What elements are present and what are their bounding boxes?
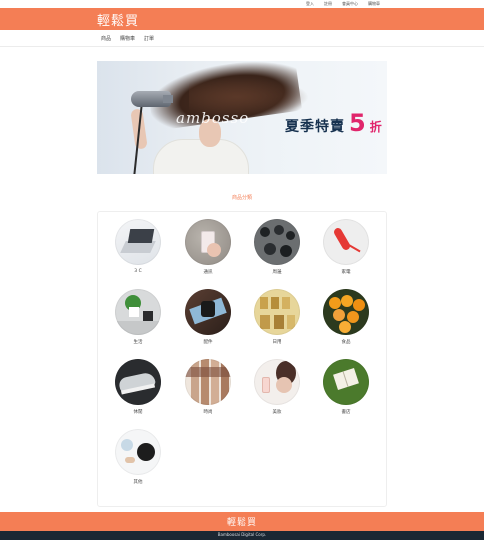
main-nav: 商品 購物車 訂單 (0, 30, 484, 47)
sneakers-photo-icon (115, 359, 161, 405)
category-daily[interactable]: 日用 (247, 289, 307, 345)
misc-objects-photo-icon (115, 429, 161, 475)
copyright-bar: Bamboosai Digital Corp. (0, 531, 484, 540)
promo-text: 夏季特賣 (285, 119, 345, 135)
brand-header: 輕鬆買 (0, 8, 484, 30)
category-living[interactable]: 生活 (108, 289, 168, 345)
category-label: 生活 (133, 340, 143, 345)
fashion-legs-photo-icon (185, 359, 231, 405)
footer-logo[interactable]: 輕鬆買 (0, 515, 484, 528)
login-link[interactable]: 登入 (306, 1, 314, 7)
camera-gear-photo-icon (254, 219, 300, 265)
category-others[interactable]: 其他 (108, 429, 168, 485)
perfume-photo-icon (254, 359, 300, 405)
book-grass-photo-icon (323, 359, 369, 405)
category-accessories[interactable]: 配件 (178, 289, 238, 345)
oranges-photo-icon (323, 289, 369, 335)
category-grid: 3 C 通訊 周邊 家電 生活 配件 日用 食品 休閒 時尚 美妝 書店 其他 (97, 211, 387, 507)
category-label: 3 C (134, 269, 142, 274)
category-3c[interactable]: 3 C (108, 219, 168, 274)
red-telephone-photo-icon (323, 219, 369, 265)
category-label: 其他 (133, 480, 143, 485)
category-label: 書店 (341, 410, 351, 415)
category-books[interactable]: 書店 (316, 359, 376, 415)
banner-robe-graphic (153, 139, 249, 174)
category-telecom[interactable]: 通訊 (178, 219, 238, 275)
category-label: 配件 (203, 340, 213, 345)
category-label: 休閒 (133, 410, 143, 415)
cart-link[interactable]: 購物車 (368, 1, 380, 7)
promo-banner[interactable]: ambosso 夏季特賣 5 折 (97, 61, 387, 174)
site-logo[interactable]: 輕鬆買 (97, 10, 139, 29)
category-label: 日用 (272, 340, 282, 345)
category-label: 通訊 (203, 270, 213, 275)
category-fashion[interactable]: 時尚 (178, 359, 238, 415)
category-food[interactable]: 食品 (316, 289, 376, 345)
nav-item-products[interactable]: 商品 (101, 35, 111, 42)
category-leisure[interactable]: 休閒 (108, 359, 168, 415)
category-beauty[interactable]: 美妝 (247, 359, 307, 415)
category-label: 食品 (341, 340, 351, 345)
phone-in-hand-photo-icon (185, 219, 231, 265)
category-label: 時尚 (203, 410, 213, 415)
category-peripherals[interactable]: 周邊 (247, 219, 307, 275)
promo-number: 5 (349, 109, 366, 137)
nav-item-orders[interactable]: 訂單 (144, 35, 154, 42)
footer-brand-bar: 輕鬆買 (0, 512, 484, 531)
jars-shelf-photo-icon (254, 289, 300, 335)
category-label: 美妝 (272, 410, 282, 415)
register-link[interactable]: 註冊 (324, 1, 332, 7)
nav-item-cart[interactable]: 購物車 (120, 35, 135, 42)
wristwatch-photo-icon (185, 289, 231, 335)
hair-dryer-nozzle (163, 95, 173, 103)
category-label: 家電 (341, 270, 351, 275)
copyright-text: Bamboosai Digital Corp. (217, 532, 267, 537)
plant-desk-photo-icon (115, 289, 161, 335)
category-section-title: 商品分類 (231, 195, 252, 201)
laptop-photo-icon (115, 219, 161, 265)
banner-watermark: ambosso (176, 109, 250, 127)
promo-headline: 夏季特賣 5 折 (285, 109, 382, 137)
top-utility-links: 登入 註冊 會員中心 購物車 (306, 1, 380, 7)
promo-suffix: 折 (369, 120, 382, 134)
category-label: 周邊 (272, 270, 282, 275)
member-center-link[interactable]: 會員中心 (342, 1, 358, 7)
category-appliances[interactable]: 家電 (316, 219, 376, 275)
top-utility-bar: 登入 註冊 會員中心 購物車 (0, 0, 484, 8)
